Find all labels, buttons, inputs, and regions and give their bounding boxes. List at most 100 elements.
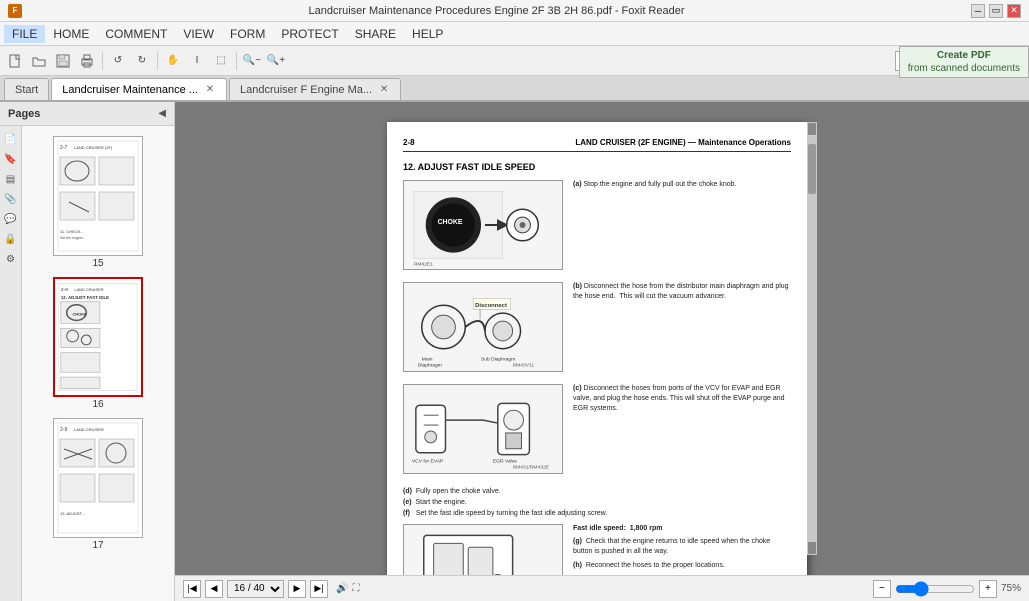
tab-maintenance-label: Landcruiser Maintenance ... bbox=[62, 84, 198, 96]
undo-button[interactable]: ↺ bbox=[107, 50, 129, 72]
svg-text:RM431/RM432E: RM431/RM432E bbox=[513, 465, 550, 471]
save-button[interactable] bbox=[52, 50, 74, 72]
layers-icon[interactable]: ▤ bbox=[2, 170, 20, 188]
sep3 bbox=[236, 52, 237, 70]
page-num-17: 17 bbox=[92, 540, 103, 551]
zoom-in-button[interactable]: 🔍+ bbox=[265, 50, 287, 72]
svg-text:LAND CRUISER: LAND CRUISER bbox=[74, 427, 104, 432]
create-pdf-line2: from scanned documents bbox=[908, 62, 1020, 75]
svg-text:2-8: 2-8 bbox=[61, 287, 68, 293]
svg-text:CHOKE: CHOKE bbox=[438, 219, 463, 226]
page-thumb-16[interactable]: 2-8 LAND CRUISER 12. ADJUST FAST IDLE CH… bbox=[26, 275, 170, 412]
svg-text:LAND CRUISER (2F): LAND CRUISER (2F) bbox=[74, 145, 113, 150]
tab-engine-close[interactable]: ✕ bbox=[378, 84, 390, 96]
next-page-button[interactable]: ▶ bbox=[288, 580, 306, 598]
window-title: Landcruiser Maintenance Procedures Engin… bbox=[22, 5, 971, 17]
tab-landcruiser-maintenance[interactable]: Landcruiser Maintenance ... ✕ bbox=[51, 78, 227, 100]
svg-text:Diaphragm: Diaphragm bbox=[418, 363, 442, 369]
tab-maintenance-close[interactable]: ✕ bbox=[204, 84, 216, 96]
page-thumb-15[interactable]: 2-7 LAND CRUISER (2F) 11. CHECK... Set t… bbox=[26, 134, 170, 271]
tab-start-label: Start bbox=[15, 84, 38, 96]
pdf-figure-b: Disconnect Main Diaphragm Sub Diaphragm … bbox=[403, 282, 563, 372]
new-button[interactable] bbox=[4, 50, 26, 72]
tab-bar: Start Landcruiser Maintenance ... ✕ Land… bbox=[0, 76, 1029, 102]
sep2 bbox=[157, 52, 158, 70]
pdf-text-fast-idle-speed: Fast idle speed: 751,800 rpm (g) Check t… bbox=[573, 524, 791, 571]
print-button[interactable] bbox=[76, 50, 98, 72]
main-area: Pages ◀ 📄 🔖 ▤ 📎 💬 🔒 ⚙ bbox=[0, 102, 1029, 601]
fullscreen-button[interactable]: ⛶ bbox=[352, 583, 359, 594]
pdf-figure-a: CHOKE bbox=[403, 180, 563, 270]
zoom-out-bottom[interactable]: − bbox=[873, 580, 891, 598]
close-button[interactable]: ✕ bbox=[1007, 4, 1021, 18]
first-page-button[interactable]: |◀ bbox=[183, 580, 201, 598]
svg-text:Disconnect: Disconnect bbox=[475, 303, 507, 309]
pdf-area: 2-8 LAND CRUISER (2F ENGINE) — Maintenan… bbox=[175, 102, 1029, 601]
menu-file[interactable]: FILE bbox=[4, 25, 45, 43]
svg-text:12. ADJUST FAST IDLE: 12. ADJUST FAST IDLE bbox=[61, 295, 109, 300]
snapshot-button[interactable]: ⬚ bbox=[210, 50, 232, 72]
menu-help[interactable]: HELP bbox=[404, 25, 451, 43]
page-num-15: 15 bbox=[92, 258, 103, 269]
sidebar-icons: 📄 🔖 ▤ 📎 💬 🔒 ⚙ bbox=[0, 126, 22, 601]
svg-text:Set the engine...: Set the engine... bbox=[60, 236, 86, 240]
menu-comment[interactable]: COMMENT bbox=[97, 25, 175, 43]
sidebar-header: Pages ◀ bbox=[0, 102, 174, 126]
pdf-section-title: 12. ADJUST FAST IDLE SPEED bbox=[403, 162, 791, 172]
page-thumb-17[interactable]: 2-9 LAND CRUISER 13. ADJUST... 17 bbox=[26, 416, 170, 553]
comments-panel-icon[interactable]: 💬 bbox=[2, 210, 20, 228]
tab-start[interactable]: Start bbox=[4, 78, 49, 100]
svg-text:Main: Main bbox=[422, 357, 433, 363]
select-tool-button[interactable]: I bbox=[186, 50, 208, 72]
pages-list: 2-7 LAND CRUISER (2F) 11. CHECK... Set t… bbox=[22, 126, 174, 601]
bookmarks-icon[interactable]: 🔖 bbox=[2, 150, 20, 168]
pdf-page-header: 2-8 LAND CRUISER (2F ENGINE) — Maintenan… bbox=[403, 138, 791, 152]
svg-text:2-9: 2-9 bbox=[60, 427, 67, 433]
svg-text:13. ADJUST...: 13. ADJUST... bbox=[60, 511, 85, 516]
pdf-header-center: LAND CRUISER (2F ENGINE) — Maintenance O… bbox=[575, 138, 791, 147]
tools-icon[interactable]: ⚙ bbox=[2, 250, 20, 268]
scroll-down-arrow[interactable] bbox=[808, 542, 816, 554]
sidebar-label: Pages bbox=[8, 108, 40, 120]
create-pdf-line1: Create PDF bbox=[908, 49, 1020, 62]
zoom-in-bottom[interactable]: + bbox=[979, 580, 997, 598]
svg-text:RM43V11: RM43V11 bbox=[513, 363, 535, 369]
last-page-button[interactable]: ▶| bbox=[310, 580, 328, 598]
open-button[interactable] bbox=[28, 50, 50, 72]
page-selector[interactable]: 16 / 40 bbox=[227, 580, 284, 598]
svg-text:CHOKE: CHOKE bbox=[73, 312, 87, 317]
menu-view[interactable]: VIEW bbox=[175, 25, 222, 43]
svg-text:LAND CRUISER: LAND CRUISER bbox=[75, 287, 104, 292]
tab-landcruiser-engine[interactable]: Landcruiser F Engine Ma... ✕ bbox=[229, 78, 401, 100]
pdf-row-a: CHOKE bbox=[403, 180, 791, 270]
pdf-scroll-area[interactable]: 2-8 LAND CRUISER (2F ENGINE) — Maintenan… bbox=[175, 102, 1029, 575]
window-controls[interactable]: ─ ▭ ✕ bbox=[971, 4, 1021, 18]
pdf-text-c: (c) Disconnect the hoses from ports of t… bbox=[573, 384, 791, 413]
create-pdf-banner[interactable]: Create PDF from scanned documents bbox=[899, 46, 1029, 78]
menu-protect[interactable]: PROTECT bbox=[273, 25, 346, 43]
pdf-row-c: VCV for EVAP EGR Valve RM431/RM432E (c) … bbox=[403, 384, 791, 474]
redo-button[interactable]: ↻ bbox=[131, 50, 153, 72]
sep1 bbox=[102, 52, 103, 70]
pdf-figure-c: VCV for EVAP EGR Valve RM431/RM432E bbox=[403, 384, 563, 474]
scroll-up-arrow[interactable] bbox=[808, 123, 816, 135]
attach-icon[interactable]: 📎 bbox=[2, 190, 20, 208]
zoom-out-button[interactable]: 🔍− bbox=[241, 50, 263, 72]
minimize-button[interactable]: ─ bbox=[971, 4, 985, 18]
svg-text:Sub Diaphragm: Sub Diaphragm bbox=[481, 357, 515, 363]
thumb-img-16: 2-8 LAND CRUISER 12. ADJUST FAST IDLE CH… bbox=[53, 277, 143, 397]
menu-home[interactable]: HOME bbox=[45, 25, 97, 43]
pages-icon[interactable]: 📄 bbox=[2, 130, 20, 148]
sidebar-toggle[interactable]: ◀ bbox=[158, 108, 166, 119]
audio-button[interactable]: 🔊 bbox=[336, 583, 348, 594]
scroll-thumb[interactable] bbox=[808, 144, 816, 194]
zoom-slider[interactable] bbox=[895, 581, 975, 597]
pdf-row-fast-idle: Fast Idle Adjusting Screw RM42E11 Fast i… bbox=[403, 524, 791, 575]
pdf-page: 2-8 LAND CRUISER (2F ENGINE) — Maintenan… bbox=[387, 122, 807, 575]
hand-tool-button[interactable]: ✋ bbox=[162, 50, 184, 72]
security-icon[interactable]: 🔒 bbox=[2, 230, 20, 248]
menu-form[interactable]: FORM bbox=[222, 25, 273, 43]
prev-page-button[interactable]: ◀ bbox=[205, 580, 223, 598]
menu-share[interactable]: SHARE bbox=[347, 25, 404, 43]
restore-button[interactable]: ▭ bbox=[989, 4, 1003, 18]
